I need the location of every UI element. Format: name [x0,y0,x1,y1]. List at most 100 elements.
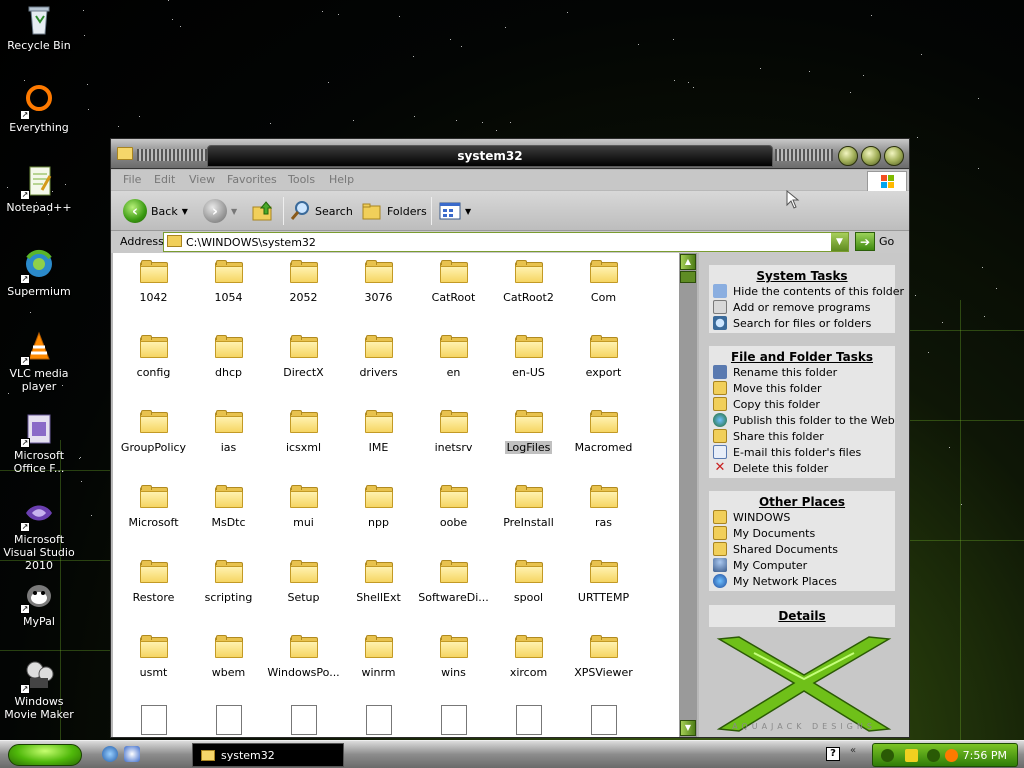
folder-item[interactable]: Setup [266,560,341,604]
folder-item[interactable]: wbem [191,635,266,679]
internet-explorer-icon[interactable] [102,746,118,762]
folder-item[interactable]: wins [416,635,491,679]
folder-item[interactable]: 3076 [341,260,416,304]
place-my-network[interactable]: My Network Places [709,573,895,589]
up-folder-button[interactable] [251,197,275,225]
folder-item[interactable]: WindowsPo... [266,635,341,679]
close-button[interactable] [884,146,904,166]
menu-favorites[interactable]: Favorites [227,173,277,186]
folder-item[interactable]: drivers [341,335,416,379]
task-add-remove-programs[interactable]: Add or remove programs [709,299,895,315]
address-input[interactable]: C:\WINDOWS\system32 ▼ [163,232,849,252]
menu-view[interactable]: View [189,173,215,186]
recycle-bin-shortcut[interactable]: Recycle Bin [0,2,78,52]
folder-item[interactable]: URTTEMP [566,560,641,604]
search-button[interactable]: Search [289,197,353,225]
folder-item[interactable]: en [416,335,491,379]
back-button[interactable]: ‹ Back ▼ [123,197,188,225]
title-bar[interactable]: system32 [111,139,909,169]
folder-item[interactable]: 2052 [266,260,341,304]
scroll-thumb[interactable] [680,271,696,283]
folder-item[interactable]: icsxml [266,410,341,454]
folder-item[interactable]: CatRoot [416,260,491,304]
file-folder-tasks-title[interactable]: File and Folder Tasks [709,346,895,364]
windows-movie-maker-shortcut[interactable]: ↗ Windows Movie Maker [0,658,78,721]
task-copy-folder[interactable]: Copy this folder [709,396,895,412]
menu-file[interactable]: File [123,173,141,186]
views-button[interactable]: ▼ [439,197,471,225]
folder-item[interactable]: MsDtc [191,485,266,529]
clock[interactable]: 7:56 PM [963,749,1007,762]
forward-button[interactable]: › ▼ [203,197,237,225]
folder-item[interactable]: PreInstall [491,485,566,529]
task-search-files[interactable]: Search for files or folders [709,315,895,331]
folder-item[interactable]: mui [266,485,341,529]
folder-item[interactable]: ias [191,410,266,454]
ms-visual-studio-shortcut[interactable]: ↗ Microsoft Visual Studio 2010 [0,496,78,572]
scroll-down-button[interactable]: ▼ [680,720,696,736]
security-shield-icon[interactable] [905,749,918,762]
task-hide-contents[interactable]: Hide the contents of this folder [709,283,904,299]
folder-item[interactable]: Restore [116,560,191,604]
task-share-folder[interactable]: Share this folder [709,428,895,444]
start-button[interactable] [8,744,82,766]
help-icon[interactable]: ? [826,747,840,761]
menu-edit[interactable]: Edit [154,173,175,186]
address-dropdown-button[interactable]: ▼ [831,233,848,251]
folder-item[interactable]: SoftwareDi... [416,560,491,604]
folder-item[interactable]: config [116,335,191,379]
folder-item[interactable]: Com [566,260,641,304]
place-my-computer[interactable]: My Computer [709,557,895,573]
mypal-shortcut[interactable]: ↗ MyPal [0,578,78,628]
show-desktop-icon[interactable] [124,746,140,762]
go-button[interactable]: ➔ [855,232,875,251]
tray-network-icon[interactable] [881,749,894,762]
folder-item[interactable]: XPSViewer [566,635,641,679]
folder-item[interactable]: usmt [116,635,191,679]
file-item[interactable] [266,705,341,735]
task-email-files[interactable]: E-mail this folder's files [709,444,895,460]
folder-item[interactable]: IME [341,410,416,454]
vlc-shortcut[interactable]: ↗ VLC media player [0,330,78,393]
folder-item[interactable]: LogFiles [491,410,566,457]
file-item[interactable] [191,705,266,735]
folders-button[interactable]: Folders [361,197,427,225]
folder-item[interactable]: dhcp [191,335,266,379]
place-my-documents[interactable]: My Documents [709,525,895,541]
folder-item[interactable]: winrm [341,635,416,679]
system-tasks-title[interactable]: System Tasks [709,265,895,283]
menu-help[interactable]: Help [329,173,354,186]
menu-tools[interactable]: Tools [288,173,315,186]
file-item[interactable] [341,705,416,735]
folder-item[interactable]: spool [491,560,566,604]
folder-item[interactable]: scripting [191,560,266,604]
folder-item[interactable]: en-US [491,335,566,379]
folder-item[interactable]: npp [341,485,416,529]
folder-item[interactable]: oobe [416,485,491,529]
tray-app-icon[interactable] [927,749,940,762]
folder-item[interactable]: GroupPolicy [116,410,191,454]
file-item[interactable] [116,705,191,735]
file-item[interactable] [491,705,566,735]
task-delete-folder[interactable]: ✕ Delete this folder [709,460,895,476]
scroll-up-button[interactable]: ▲ [680,254,696,270]
everything-tray-icon[interactable] [945,749,958,762]
folder-item[interactable]: Macromed [566,410,641,454]
folder-item[interactable]: export [566,335,641,379]
everything-shortcut[interactable]: ↗ Everything [0,84,78,134]
taskbar-button-system32[interactable]: system32 [192,743,344,767]
ms-office-shortcut[interactable]: ↗ Microsoft Office F... [0,412,78,475]
file-item[interactable] [566,705,641,735]
task-rename-folder[interactable]: Rename this folder [709,364,895,380]
folder-item[interactable]: 1042 [116,260,191,304]
supermium-shortcut[interactable]: ↗ Supermium [0,248,78,298]
go-label[interactable]: Go [879,235,894,248]
folder-item[interactable]: CatRoot2 [491,260,566,304]
folder-item[interactable]: xircom [491,635,566,679]
folder-item[interactable]: inetsrv [416,410,491,454]
task-move-folder[interactable]: Move this folder [709,380,895,396]
notepadpp-shortcut[interactable]: ↗ Notepad++ [0,164,78,214]
folder-item[interactable]: 1054 [191,260,266,304]
folder-item[interactable]: Microsoft [116,485,191,529]
details-title[interactable]: Details [709,605,895,623]
